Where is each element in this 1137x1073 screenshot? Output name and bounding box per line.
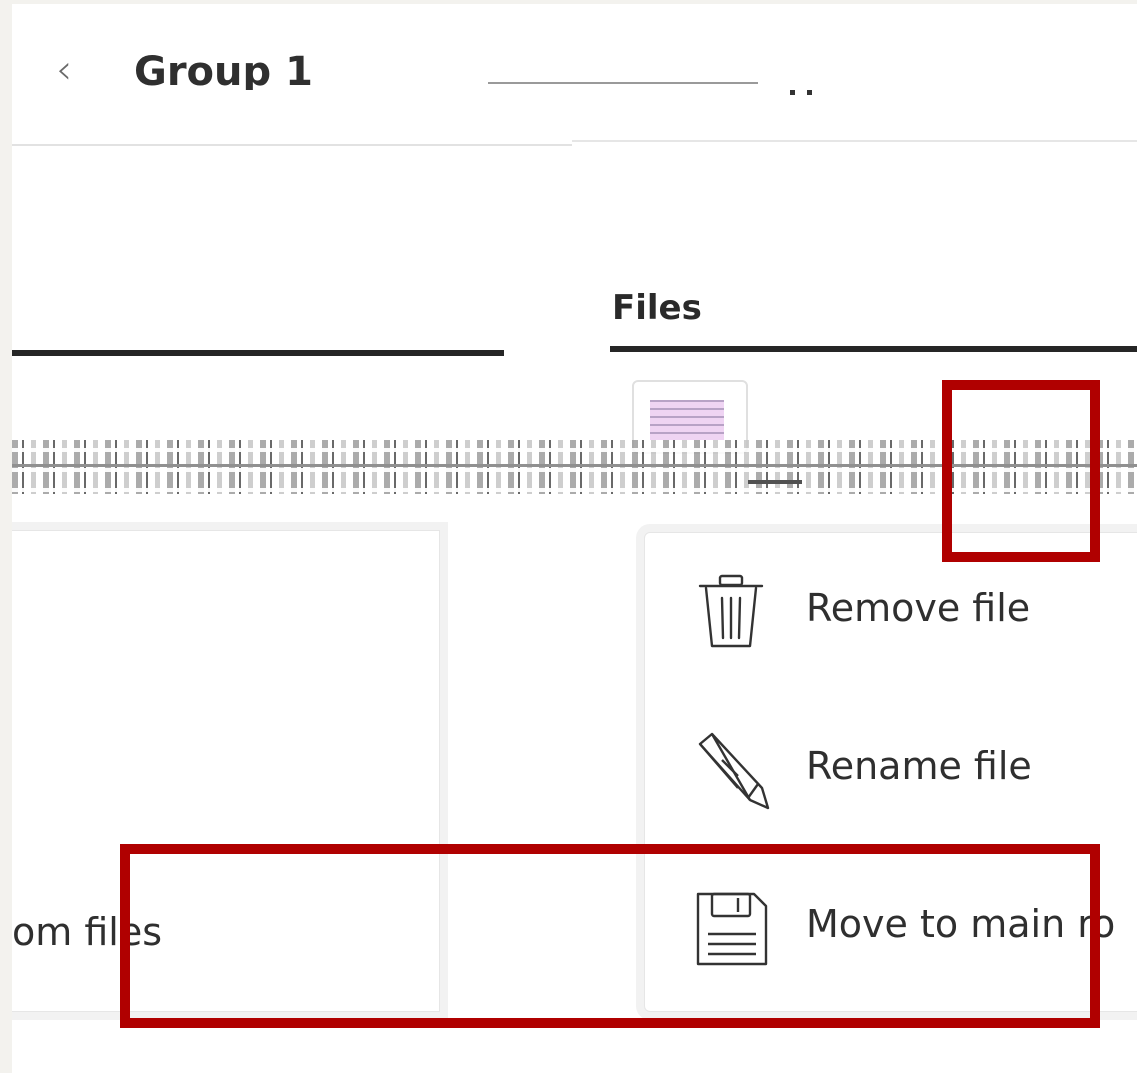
remove-file-label: Remove file <box>806 586 1031 630</box>
rename-file-menu-item[interactable]: Rename file <box>692 730 1137 810</box>
header-underline <box>488 82 758 84</box>
tab-files[interactable]: Files <box>612 288 702 328</box>
left-menu-item-label[interactable]: om files <box>12 910 162 954</box>
app-canvas: ‹ Group 1 Files om files Remove file Ren… <box>12 4 1137 1073</box>
header-dots <box>790 80 830 95</box>
back-button[interactable]: ‹ <box>44 46 84 96</box>
move-to-main-label: Move to main ro <box>806 902 1116 946</box>
thumbnail-preview <box>650 400 724 440</box>
header-divider <box>12 144 572 146</box>
page-title: Group 1 <box>134 49 313 90</box>
tab-files-underline <box>610 346 1137 352</box>
trash-icon <box>692 572 770 652</box>
tab-underline-left <box>12 350 504 356</box>
remove-file-menu-item[interactable]: Remove file <box>692 572 1137 652</box>
pencil-icon <box>692 730 770 810</box>
move-to-main-menu-item[interactable]: Move to main ro <box>692 888 1137 968</box>
floppy-disk-icon <box>692 888 770 968</box>
header-divider-right <box>572 140 1137 142</box>
chevron-left-icon: ‹ <box>56 47 72 93</box>
rename-file-label: Rename file <box>806 744 1032 788</box>
file-row-strip <box>12 440 1137 494</box>
